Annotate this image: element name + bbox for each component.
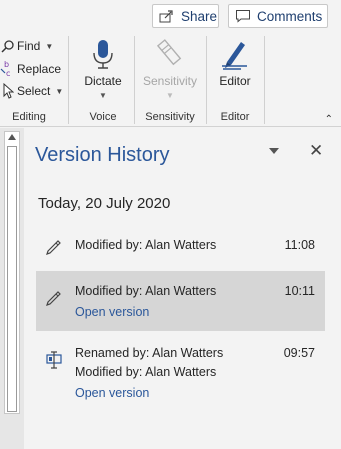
scroll-thumb[interactable] <box>7 146 17 412</box>
replace-label: Replace <box>17 62 62 76</box>
select-label: Select <box>17 84 51 98</box>
select-button[interactable]: Select ▼ <box>0 81 63 101</box>
editor-label: Editor <box>219 74 251 88</box>
comments-button[interactable]: Comments <box>228 4 328 28</box>
sensitivity-button[interactable]: Sensitivity ▼ <box>138 36 202 106</box>
microphone-icon <box>92 36 114 72</box>
version-rename-author: Renamed by: Alan Watters <box>75 346 224 360</box>
sensitivity-icon <box>155 36 185 72</box>
version-author: Modified by: Alan Watters <box>75 365 217 379</box>
scroll-up-icon[interactable] <box>8 134 16 140</box>
share-label: Share <box>181 8 218 24</box>
collapse-ribbon-icon[interactable]: ⌃ <box>325 114 333 125</box>
ribbon: Share Comments Find ▼ bc Replace Select … <box>0 0 341 127</box>
group-divider <box>264 36 265 124</box>
chevron-down-icon: ▼ <box>99 91 107 100</box>
svg-text:b: b <box>4 60 9 69</box>
dictate-button[interactable]: Dictate ▼ <box>78 36 128 106</box>
replace-button[interactable]: bc Replace <box>0 59 61 79</box>
cursor-icon <box>0 83 16 99</box>
open-version-link[interactable]: Open version <box>75 305 149 319</box>
svg-text:c: c <box>6 69 10 78</box>
editor-pen-icon <box>219 36 251 72</box>
pane-options-icon[interactable] <box>269 148 279 154</box>
chevron-down-icon: ▼ <box>55 86 64 96</box>
group-divider <box>134 36 135 124</box>
vertical-scrollbar[interactable] <box>4 131 20 414</box>
replace-icon: bc <box>0 60 16 78</box>
chevron-down-icon: ▼ <box>45 41 54 51</box>
version-history-pane: Version History ✕ Today, 20 July 2020 Mo… <box>24 128 341 449</box>
find-button[interactable]: Find ▼ <box>0 36 53 56</box>
close-icon[interactable]: ✕ <box>309 141 323 161</box>
group-divider <box>206 36 207 124</box>
chevron-down-icon: ▼ <box>166 91 174 100</box>
editing-group-label: Editing <box>12 111 46 123</box>
share-icon <box>159 8 177 24</box>
sensitivity-label: Sensitivity <box>142 74 198 88</box>
version-item[interactable]: Renamed by: Alan Watters Modified by: Al… <box>36 338 325 408</box>
comment-icon <box>235 8 253 24</box>
find-label: Find <box>17 39 41 53</box>
search-icon <box>0 38 16 54</box>
dictate-label: Dictate <box>84 74 122 88</box>
editor-button[interactable]: Editor <box>212 36 258 106</box>
version-time: 09:57 <box>283 346 315 360</box>
group-divider <box>68 36 69 124</box>
date-group-header: Today, 20 July 2020 <box>38 195 171 212</box>
version-item-selected[interactable]: Modified by: Alan Watters 10:11 Open ver… <box>36 271 325 331</box>
sensitivity-group-label: Sensitivity <box>145 111 195 123</box>
comments-label: Comments <box>257 8 323 24</box>
version-author: Modified by: Alan Watters <box>75 238 217 252</box>
editor-group-label: Editor <box>220 111 250 123</box>
pencil-icon <box>44 287 64 307</box>
version-item[interactable]: Modified by: Alan Watters 11:08 <box>36 224 325 266</box>
share-button[interactable]: Share <box>152 4 219 28</box>
pencil-icon <box>44 236 64 256</box>
open-version-link[interactable]: Open version <box>75 386 149 400</box>
pane-title: Version History <box>35 144 170 166</box>
version-time: 11:08 <box>284 238 315 252</box>
rename-icon <box>44 350 64 370</box>
version-author: Modified by: Alan Watters <box>75 284 217 298</box>
voice-group-label: Voice <box>89 111 117 123</box>
version-time: 10:11 <box>284 284 315 298</box>
